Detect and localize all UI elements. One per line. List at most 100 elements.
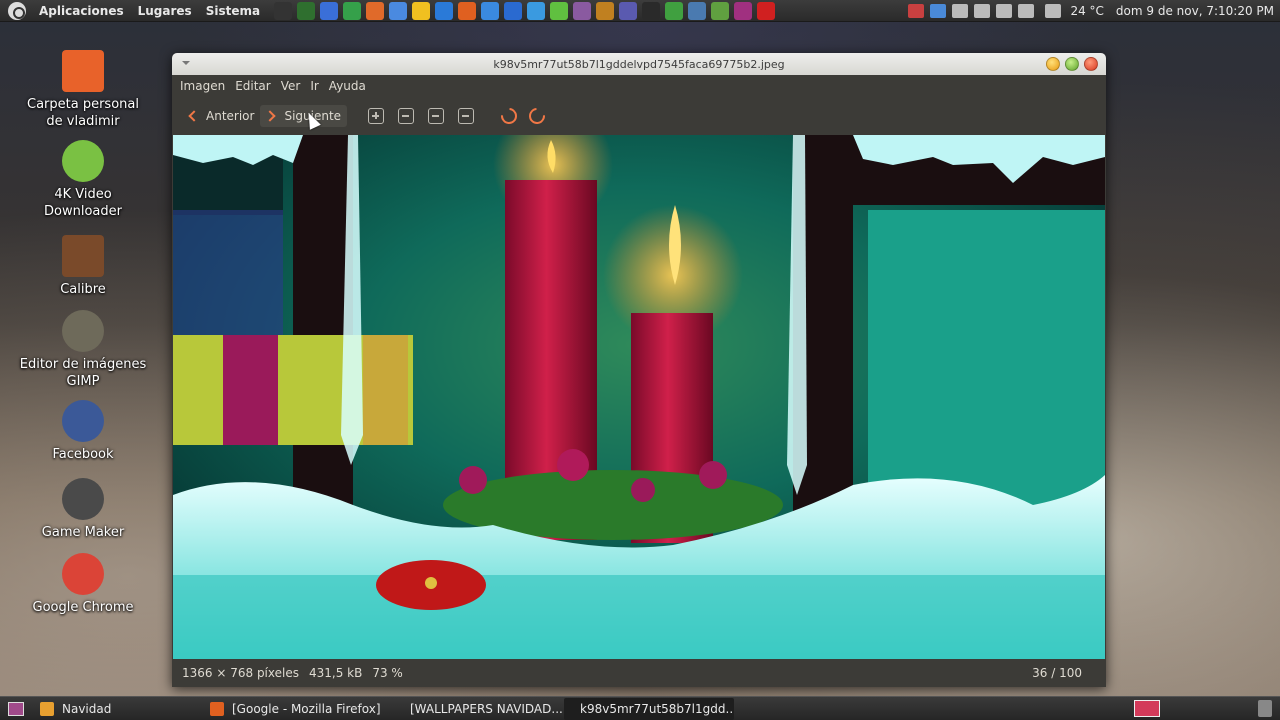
desktop-icon[interactable]: Facebook xyxy=(8,400,158,463)
launcher-icon[interactable] xyxy=(457,1,476,20)
desktop-icon[interactable]: Game Maker xyxy=(8,478,158,541)
launcher-icon[interactable] xyxy=(434,1,453,20)
trash-icon[interactable] xyxy=(1258,700,1272,717)
launcher-icon[interactable] xyxy=(296,1,315,20)
zoom-in-icon[interactable] xyxy=(368,108,385,124)
viewer-statusbar: 1366 × 768 píxeles 431,5 kB 73 % 36 / 10… xyxy=(172,659,1106,687)
menu-ayuda[interactable]: Ayuda xyxy=(324,79,371,93)
window-menubar: Imagen Editar Ver Ir Ayuda xyxy=(172,75,1106,97)
taskbar-item[interactable]: [WALLPAPERS NAVIDAD... xyxy=(394,698,564,720)
home-folder-icon xyxy=(62,50,104,92)
menu-aplicaciones[interactable]: Aplicaciones xyxy=(32,4,131,18)
weather-icon xyxy=(1045,4,1062,18)
desktop-icon-label: Editor de imágenes GIMP xyxy=(19,357,147,389)
launcher-bar xyxy=(271,1,777,20)
desktop-icon[interactable]: Calibre xyxy=(8,235,158,298)
launcher-icon[interactable] xyxy=(388,1,407,20)
window-title: k98v5mr77ut58b7l1gddelvpd7545faca69775b2… xyxy=(493,57,785,71)
google-chrome-icon xyxy=(62,553,104,595)
christmas-candles-image xyxy=(173,135,1105,659)
window-menu-icon[interactable] xyxy=(182,61,190,65)
desktop-icon-label: Facebook xyxy=(52,447,114,462)
rotate-right-icon[interactable] xyxy=(525,104,549,128)
launcher-icon[interactable] xyxy=(273,1,292,20)
image-dimensions: 1366 × 768 píxeles xyxy=(182,666,299,680)
launcher-icon[interactable] xyxy=(526,1,545,20)
previous-label: Anterior xyxy=(206,109,255,123)
launcher-icon[interactable] xyxy=(342,1,361,20)
launcher-icon[interactable] xyxy=(572,1,591,20)
desktop-icon-label: 4K Video Downloader xyxy=(44,187,122,219)
desktop-icon-label: Calibre xyxy=(60,282,106,297)
clock[interactable]: dom 9 de nov, 7:10:20 PM xyxy=(1110,4,1280,18)
desktop-icon[interactable]: Carpeta personal de vladimir xyxy=(8,50,158,130)
zoom-normal-icon[interactable] xyxy=(428,108,445,124)
launcher-icon[interactable] xyxy=(664,1,683,20)
taskbar-item-label: Navidad xyxy=(62,701,112,716)
window-titlebar[interactable]: k98v5mr77ut58b7l1gddelvpd7545faca69775b2… xyxy=(172,53,1106,75)
zoom-fit-icon[interactable] xyxy=(458,108,475,124)
game-maker-icon xyxy=(62,478,104,520)
weather-temperature[interactable]: 24 °C xyxy=(1064,4,1109,18)
launcher-icon[interactable] xyxy=(480,1,499,20)
desktop-icon-label: Google Chrome xyxy=(32,600,134,615)
bottom-panel: Navidad [Google - Mozilla Firefox] [WALLPA… xyxy=(0,696,1280,720)
ubuntu-logo-icon[interactable] xyxy=(8,1,26,20)
volume-icon[interactable] xyxy=(996,4,1013,18)
network-arrows-icon[interactable] xyxy=(1018,4,1035,18)
window-controls xyxy=(1041,57,1098,71)
taskbar-item-label: [Google - Mozilla Firefox] xyxy=(232,701,381,716)
launcher-icon[interactable] xyxy=(503,1,522,20)
launcher-icon[interactable] xyxy=(641,1,660,20)
gimp-icon xyxy=(62,310,104,352)
launcher-icon[interactable] xyxy=(595,1,614,20)
menu-ver[interactable]: Ver xyxy=(276,79,306,93)
image-canvas[interactable] xyxy=(173,135,1105,659)
taskbar-item[interactable]: [Google - Mozilla Firefox] xyxy=(202,698,394,720)
menu-lugares[interactable]: Lugares xyxy=(131,4,199,18)
desktop-icon[interactable]: Google Chrome xyxy=(8,553,158,616)
launcher-icon[interactable] xyxy=(618,1,637,20)
task-list: Navidad [Google - Mozilla Firefox] [WALLPA… xyxy=(32,697,734,720)
desktop-icon[interactable]: 4K Video Downloader xyxy=(8,140,158,220)
mail-icon[interactable] xyxy=(974,4,991,18)
rotate-left-icon[interactable] xyxy=(497,104,521,128)
arrow-right-icon xyxy=(264,110,277,122)
desktop-icon-label: Game Maker xyxy=(41,525,125,540)
menu-editar[interactable]: Editar xyxy=(230,79,276,93)
launcher-icon[interactable] xyxy=(733,1,752,20)
launcher-icon[interactable] xyxy=(549,1,568,20)
taskbar-item-label: k98v5mr77ut58b7l1gdd... xyxy=(580,701,734,716)
show-desktop-icon[interactable] xyxy=(8,701,24,716)
arrow-left-icon xyxy=(188,110,200,122)
previous-button[interactable]: Anterior xyxy=(180,105,260,127)
launcher-icon[interactable] xyxy=(687,1,706,20)
minimize-button[interactable] xyxy=(1046,57,1060,71)
maximize-button[interactable] xyxy=(1065,57,1079,71)
launcher-icon[interactable] xyxy=(710,1,729,20)
facebook-icon xyxy=(62,400,104,442)
desktop-icon[interactable]: Editor de imágenes GIMP xyxy=(8,310,158,390)
calibre-books-icon xyxy=(62,235,104,277)
system-tray: 24 °C dom 9 de nov, 7:10:20 PM xyxy=(905,0,1280,22)
taskbar-item[interactable]: Navidad xyxy=(32,698,202,720)
launcher-icon[interactable] xyxy=(411,1,430,20)
firefox-icon xyxy=(210,701,224,716)
menu-ir[interactable]: Ir xyxy=(305,79,323,93)
taskbar-item[interactable]: k98v5mr77ut58b7l1gdd... xyxy=(564,697,734,720)
4k-video-downloader-icon xyxy=(62,140,104,182)
image-position: 36 / 100 xyxy=(1032,666,1082,680)
menu-imagen[interactable]: Imagen xyxy=(175,79,230,93)
launcher-icon[interactable] xyxy=(756,1,775,20)
launcher-icon[interactable] xyxy=(365,1,384,20)
launcher-icon[interactable] xyxy=(319,1,338,20)
close-button[interactable] xyxy=(1084,57,1098,71)
record-icon[interactable] xyxy=(908,4,925,18)
menu-sistema[interactable]: Sistema xyxy=(199,4,267,18)
zoom-out-icon[interactable] xyxy=(398,108,415,124)
taskbar-item-label: [WALLPAPERS NAVIDAD... xyxy=(410,701,563,716)
desktop-icon-label: Carpeta personal de vladimir xyxy=(27,97,139,129)
network-icon[interactable] xyxy=(930,4,947,18)
workspace-switcher[interactable] xyxy=(1134,700,1160,717)
keyboard-icon[interactable] xyxy=(952,4,969,18)
